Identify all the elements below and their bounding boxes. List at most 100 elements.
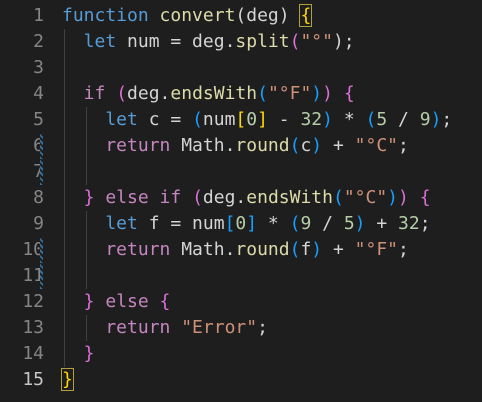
code-line[interactable]: 10 return Math.round(f) + "°F"; [0, 237, 482, 263]
code-token: ) [430, 109, 442, 130]
code-token: ; [257, 317, 268, 338]
code-token: "°" [300, 31, 333, 52]
code-text: if (deg.endsWith("°F")) { [62, 81, 355, 107]
code-text: } else { [62, 289, 171, 315]
code-text: } else if (deg.endsWith("°C")) { [62, 185, 431, 211]
git-modified-marker[interactable] [40, 133, 43, 159]
code-token: ) [322, 109, 333, 130]
code-token: let [62, 213, 149, 234]
code-token: + [322, 135, 355, 156]
code-line[interactable]: 15} [0, 367, 482, 393]
code-text: return "Error"; [62, 315, 268, 341]
code-token: "°C" [343, 187, 388, 208]
code-line[interactable]: 14 } [0, 341, 482, 367]
code-token: return [62, 239, 182, 260]
code-token: * [257, 213, 290, 234]
code-line[interactable]: 5 let c = (num[0] - 32) * (5 / 9); [0, 107, 482, 133]
code-token: ( [289, 213, 301, 234]
code-token: ) [387, 187, 399, 208]
code-token: if [62, 83, 117, 104]
code-line[interactable]: 2 let num = deg.split("°"); [0, 29, 482, 55]
indent-guide [86, 263, 87, 289]
line-number: 15 [22, 369, 44, 390]
code-token: ; [441, 109, 453, 130]
indent-guide [64, 263, 65, 289]
code-token: + [322, 239, 355, 260]
code-text: function convert(deg) { [62, 3, 313, 29]
code-token: ( [192, 109, 203, 130]
matched-bracket: } [61, 368, 74, 391]
code-token: f [300, 239, 312, 260]
code-token: - [267, 109, 301, 130]
code-line[interactable]: 8 } else if (deg.endsWith("°C")) { [0, 185, 482, 211]
code-token: { [343, 83, 355, 104]
git-modified-marker[interactable] [40, 237, 43, 263]
code-token: { [159, 291, 171, 312]
code-token: ( [365, 109, 377, 130]
line-number: 3 [33, 57, 44, 78]
code-text: } [62, 341, 95, 367]
code-token: ( [116, 83, 128, 104]
code-token: ( [332, 187, 344, 208]
code-token: round [235, 239, 290, 260]
code-token: f = num [148, 213, 225, 234]
code-token: "°F" [354, 239, 398, 260]
code-token: 0 [235, 213, 247, 234]
code-line[interactable]: 6 return Math.round(c) + "°C"; [0, 133, 482, 159]
code-token: let [62, 31, 128, 52]
code-line[interactable]: 3 [0, 55, 482, 81]
code-text: return Math.round(c) + "°C"; [62, 133, 409, 159]
code-token: ; [398, 239, 409, 260]
code-token: ; [419, 213, 431, 234]
code-token: 32 [398, 213, 420, 234]
code-token: [ [224, 213, 236, 234]
code-token: convert [159, 5, 236, 26]
code-token: Math. [181, 135, 236, 156]
code-token: [ [235, 109, 247, 130]
code-token: function [62, 5, 160, 26]
code-token: 9 [419, 109, 431, 130]
code-token: 9 [300, 213, 312, 234]
code-line[interactable]: 1 function convert(deg) { [0, 3, 482, 29]
code-text: let num = deg.split("°"); [62, 29, 355, 55]
code-token: ) [398, 187, 420, 208]
git-modified-marker[interactable] [40, 263, 43, 289]
code-token: ( [289, 239, 301, 260]
line-number: 14 [22, 343, 44, 364]
code-token: ) [311, 83, 323, 104]
code-token: 0 [246, 109, 258, 130]
line-number: 11 [22, 265, 44, 286]
code-token: else [105, 291, 160, 312]
code-token: ( [257, 83, 268, 104]
git-modified-marker[interactable] [40, 159, 43, 185]
code-token: endsWith [170, 83, 258, 104]
code-token: ] [257, 109, 268, 130]
code-token: ( [192, 187, 203, 208]
code-token: "Error" [181, 317, 258, 338]
code-token: ); [332, 31, 355, 52]
code-token: / [387, 109, 420, 130]
code-token: 5 [343, 213, 355, 234]
code-line[interactable]: 9 let f = num[0] * (9 / 5) + 32; [0, 211, 482, 237]
code-token: ) [322, 83, 344, 104]
code-text: let f = num[0] * (9 / 5) + 32; [62, 211, 431, 237]
code-line[interactable]: 4 if (deg.endsWith("°F")) { [0, 81, 482, 107]
code-line[interactable]: 11 [0, 263, 482, 289]
code-text: let c = (num[0] - 32) * (5 / 9); [62, 107, 452, 133]
line-number: 12 [22, 291, 44, 312]
line-number: 10 [22, 239, 44, 260]
indent-guide [64, 159, 65, 185]
line-number: 7 [33, 161, 44, 182]
code-token: else if [105, 187, 193, 208]
code-token: 5 [376, 109, 388, 130]
code-token: return [62, 317, 182, 338]
line-number: 13 [22, 317, 44, 338]
code-token: (deg) [235, 5, 301, 26]
code-line[interactable]: 7 [0, 159, 482, 185]
code-line[interactable]: 13 return "Error"; [0, 315, 482, 341]
code-token: "°C" [354, 135, 398, 156]
code-token: ( [289, 135, 301, 156]
code-editor[interactable]: 1 function convert(deg) {2 let num = deg.… [0, 0, 482, 402]
code-line[interactable]: 12 } else { [0, 289, 482, 315]
code-token: } [62, 291, 106, 312]
